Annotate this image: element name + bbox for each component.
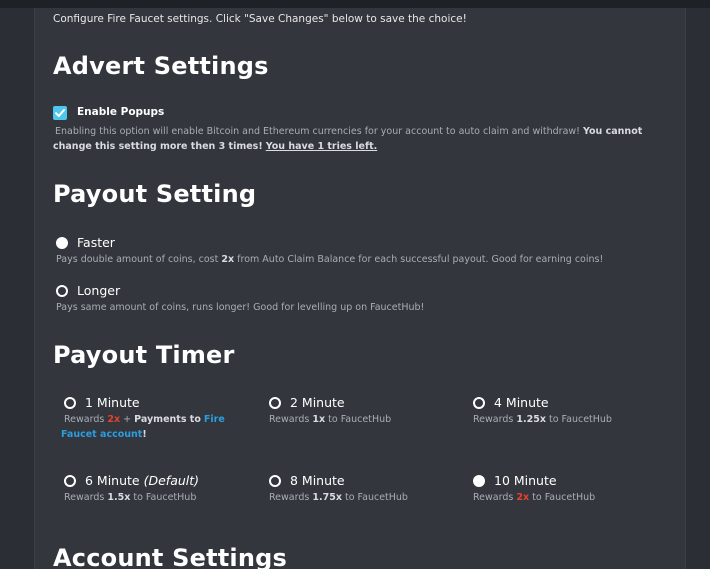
timer-10-minute-radio[interactable] <box>473 475 485 487</box>
advert-warning-text-2: change this setting more then 3 times! <box>53 141 263 152</box>
faucet-account-text: Faucet account <box>61 429 143 440</box>
check-icon <box>55 109 65 117</box>
multiplier-text: 1.75x <box>312 492 342 503</box>
faster-desc-pre: Pays double amount of coins, cost <box>56 254 219 265</box>
timer-2-minute-label[interactable]: 2 Minute <box>290 395 345 410</box>
timer-6-minute-label[interactable]: 6 Minute (Default) <box>85 473 199 488</box>
faster-label[interactable]: Faster <box>77 235 115 250</box>
enable-popups-checkbox[interactable] <box>53 106 67 120</box>
timer-8-minute-radio[interactable] <box>269 475 281 487</box>
faster-radio[interactable] <box>56 237 68 249</box>
payments-text: Payments to <box>134 414 201 425</box>
rewards-text: Rewards <box>64 414 105 425</box>
advert-warning-text: You cannot <box>583 126 643 137</box>
multiplier-text: 1.5x <box>107 492 131 503</box>
multiplier-text: 1x <box>312 414 326 425</box>
multiplier-text: 2x <box>107 414 121 425</box>
rewards-text: Rewards <box>269 414 310 425</box>
to-faucethub-text: to FaucetHub <box>133 492 197 503</box>
advert-settings-heading: Advert Settings <box>53 52 269 80</box>
to-faucethub-text: to FaucetHub <box>548 414 612 425</box>
timer-1-minute-rewards-line2: Faucet account! <box>61 429 147 440</box>
advert-description-text: Enabling this option will enable Bitcoin… <box>55 126 580 137</box>
timer-1-minute-label[interactable]: 1 Minute <box>85 395 140 410</box>
multiplier-text: 1.25x <box>516 414 546 425</box>
rewards-text: Rewards <box>269 492 310 503</box>
top-bar <box>0 0 710 8</box>
timer-4-minute-rewards: Rewards 1.25x to FaucetHub <box>473 414 612 425</box>
faster-desc-multiplier: 2x <box>221 254 235 265</box>
timer-6-minute-radio[interactable] <box>64 475 76 487</box>
advert-description-line1: Enabling this option will enable Bitcoin… <box>55 126 642 137</box>
timer-1-minute-radio[interactable] <box>64 397 76 409</box>
exclamation-text: ! <box>142 429 147 440</box>
payout-setting-heading: Payout Setting <box>53 180 257 208</box>
timer-2-minute-rewards: Rewards 1x to FaucetHub <box>269 414 391 425</box>
tries-left-text: You have 1 tries left. <box>265 141 378 152</box>
rewards-text: Rewards <box>64 492 105 503</box>
fire-text: Fire <box>203 414 225 425</box>
timer-10-minute-rewards: Rewards 2x to FaucetHub <box>473 492 595 503</box>
to-faucethub-text: to FaucetHub <box>328 414 392 425</box>
multiplier-text: 2x <box>516 492 530 503</box>
plus-text: + <box>123 414 132 425</box>
timer-8-minute-rewards: Rewards 1.75x to FaucetHub <box>269 492 408 503</box>
faster-desc-post: from Auto Claim Balance for each success… <box>237 254 604 265</box>
to-faucethub-text: to FaucetHub <box>344 492 408 503</box>
account-settings-heading: Account Settings <box>53 544 288 569</box>
advert-description-line2: change this setting more then 3 times! Y… <box>53 141 377 152</box>
timer-1-minute-rewards-line1: Rewards 2x + Payments to Fire <box>64 414 225 425</box>
timer-6-minute-rewards: Rewards 1.5x to FaucetHub <box>64 492 196 503</box>
default-tag: (Default) <box>143 473 200 488</box>
to-faucethub-text: to FaucetHub <box>532 492 596 503</box>
intro-text: Configure Fire Faucet settings. Click "S… <box>53 13 467 25</box>
longer-label[interactable]: Longer <box>77 283 120 298</box>
payout-timer-heading: Payout Timer <box>53 341 235 369</box>
timer-8-minute-label[interactable]: 8 Minute <box>290 473 345 488</box>
faster-description: Pays double amount of coins, cost 2x fro… <box>56 254 603 265</box>
timer-4-minute-radio[interactable] <box>473 397 485 409</box>
longer-description: Pays same amount of coins, runs longer! … <box>56 302 425 313</box>
enable-popups-label[interactable]: Enable Popups <box>77 106 164 118</box>
settings-panel: Configure Fire Faucet settings. Click "S… <box>34 8 686 569</box>
timer-6-minute-label-text: 6 Minute <box>85 473 140 488</box>
timer-4-minute-label[interactable]: 4 Minute <box>494 395 549 410</box>
longer-radio[interactable] <box>56 285 68 297</box>
timer-10-minute-label[interactable]: 10 Minute <box>494 473 557 488</box>
rewards-text: Rewards <box>473 414 514 425</box>
rewards-text: Rewards <box>473 492 514 503</box>
timer-2-minute-radio[interactable] <box>269 397 281 409</box>
